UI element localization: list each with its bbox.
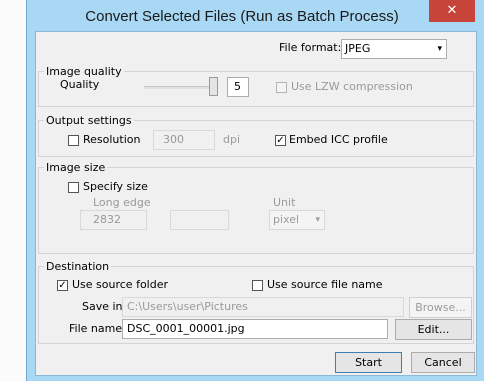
destination-group: Destination ✓ Use source folder Use sour… [38,260,474,344]
image-quality-group: Image quality Quality 5 Use LZW compress… [38,65,474,107]
icc-checkbox[interactable]: ✓ [275,135,286,146]
file-name-field[interactable]: DSC_0001_00001.jpg [122,319,388,339]
long-edge-field[interactable]: 2832 [80,210,147,230]
file-format-label: File format: [279,41,342,54]
browse-button[interactable]: Browse... [409,297,472,318]
specify-size-checkbox[interactable] [68,182,79,193]
quality-value-field[interactable]: 5 [227,77,249,97]
file-name-label: File name: [69,322,126,335]
resolution-field[interactable]: 300 [153,130,215,150]
resolution-label: Resolution [83,133,141,146]
unit-value: pixel [273,213,300,226]
lzw-label: Use LZW compression [291,80,413,93]
resolution-unit: dpi [223,133,241,146]
resolution-checkbox[interactable] [68,135,79,146]
quality-slider-track[interactable] [144,86,218,89]
dialog-window: Convert Selected Files (Run as Batch Pro… [26,0,484,381]
destination-group-label: Destination [44,260,112,273]
second-size-field[interactable] [170,210,229,230]
icc-label: Embed ICC profile [289,133,388,146]
quality-slider-thumb[interactable] [209,77,218,96]
unit-label: Unit [273,196,296,209]
chevron-down-icon: ▾ [315,215,320,225]
dialog-client: File format: JPEG ▾ Image quality Qualit… [35,31,477,376]
dialog-title: Convert Selected Files (Run as Batch Pro… [85,8,399,25]
image-size-group: Image size Specify size Long edge 2832 U… [38,161,474,254]
chevron-down-icon: ▾ [437,44,442,54]
long-edge-label: Long edge [93,196,151,209]
output-settings-group-label: Output settings [44,114,134,127]
use-source-name-label: Use source file name [267,278,383,291]
quality-label: Quality [60,78,100,91]
image-quality-group-label: Image quality [44,65,124,78]
close-icon: ✕ [446,3,458,18]
image-size-group-label: Image size [44,161,108,174]
use-source-name-checkbox[interactable] [252,280,263,291]
start-button[interactable]: Start [335,352,402,373]
file-format-select[interactable]: JPEG ▾ [341,39,447,59]
lzw-checkbox[interactable] [276,82,287,93]
cancel-button[interactable]: Cancel [411,352,475,373]
save-in-label: Save in: [82,300,127,313]
close-button[interactable]: ✕ [429,0,475,22]
edit-button[interactable]: Edit... [395,319,472,340]
output-settings-group: Output settings Resolution 300 dpi ✓ Emb… [38,114,474,157]
unit-select[interactable]: pixel ▾ [269,210,325,230]
use-source-folder-label: Use source folder [72,278,169,291]
specify-size-label: Specify size [83,180,148,193]
file-format-value: JPEG [345,42,371,55]
use-source-folder-checkbox[interactable]: ✓ [57,280,68,291]
save-in-field[interactable]: C:\Users\user\Pictures [122,297,404,317]
